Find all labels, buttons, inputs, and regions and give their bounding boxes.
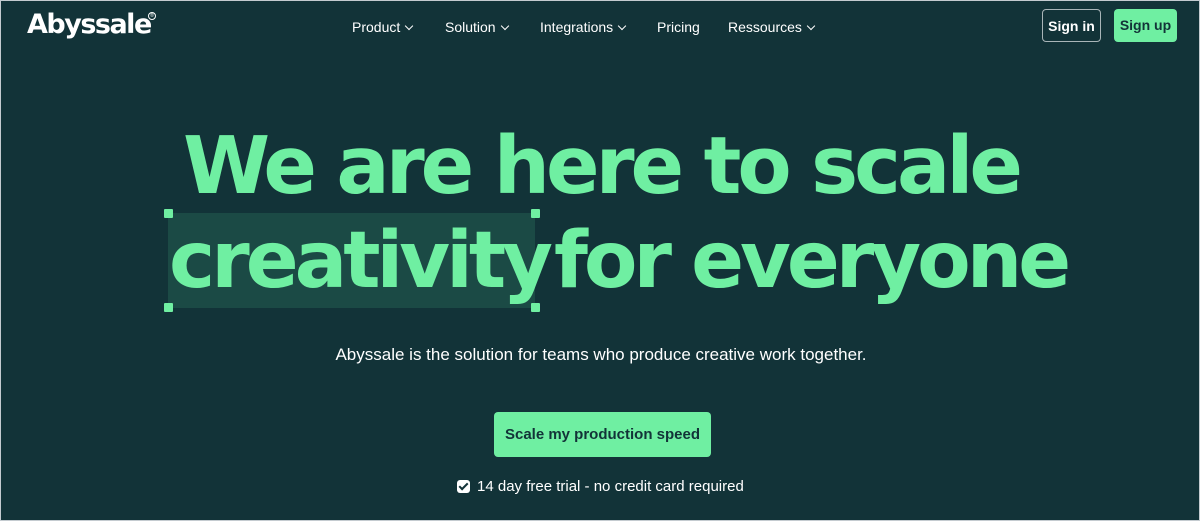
nav-item-integrations[interactable]: Integrations bbox=[540, 18, 627, 36]
sign-up-button[interactable]: Sign up bbox=[1114, 9, 1177, 42]
checkbox-checked-icon bbox=[457, 480, 470, 493]
nav-item-solution[interactable]: Solution bbox=[445, 18, 509, 36]
nav-item-label: Pricing bbox=[657, 19, 700, 35]
chevron-down-icon bbox=[617, 21, 627, 31]
hero-highlighted-word: creativity bbox=[169, 216, 553, 306]
nav-item-ressources[interactable]: Ressources bbox=[728, 18, 816, 36]
nav-item-label: Solution bbox=[445, 19, 496, 35]
chevron-down-icon bbox=[806, 21, 816, 31]
sign-in-button[interactable]: Sign in bbox=[1042, 9, 1101, 42]
trial-note-text: 14 day free trial - no credit card requi… bbox=[477, 478, 744, 495]
nav-item-label: Integrations bbox=[540, 19, 614, 35]
chevron-down-icon bbox=[405, 21, 414, 31]
nav-item-label: Ressources bbox=[728, 19, 802, 35]
top-nav: Abyssale ® Product Solution Integrations… bbox=[1, 1, 1199, 53]
chevron-down-icon bbox=[500, 21, 509, 31]
registered-mark: ® bbox=[148, 12, 156, 20]
hero-subtitle: Abyssale is the solution for teams who p… bbox=[335, 345, 867, 364]
brand-logo[interactable]: Abyssale bbox=[27, 7, 152, 43]
page: Abyssale ® Product Solution Integrations… bbox=[0, 0, 1200, 521]
hero-headline-line1: We are here to scale bbox=[183, 120, 1023, 212]
trial-note: 14 day free trial - no credit card requi… bbox=[457, 477, 744, 497]
nav-item-pricing[interactable]: Pricing bbox=[657, 18, 700, 36]
scale-production-cta-button[interactable]: Scale my production speed bbox=[494, 412, 711, 457]
nav-item-product[interactable]: Product bbox=[352, 18, 414, 36]
nav-item-label: Product bbox=[352, 19, 401, 35]
hero-headline-line2: for everyone bbox=[554, 216, 1071, 306]
